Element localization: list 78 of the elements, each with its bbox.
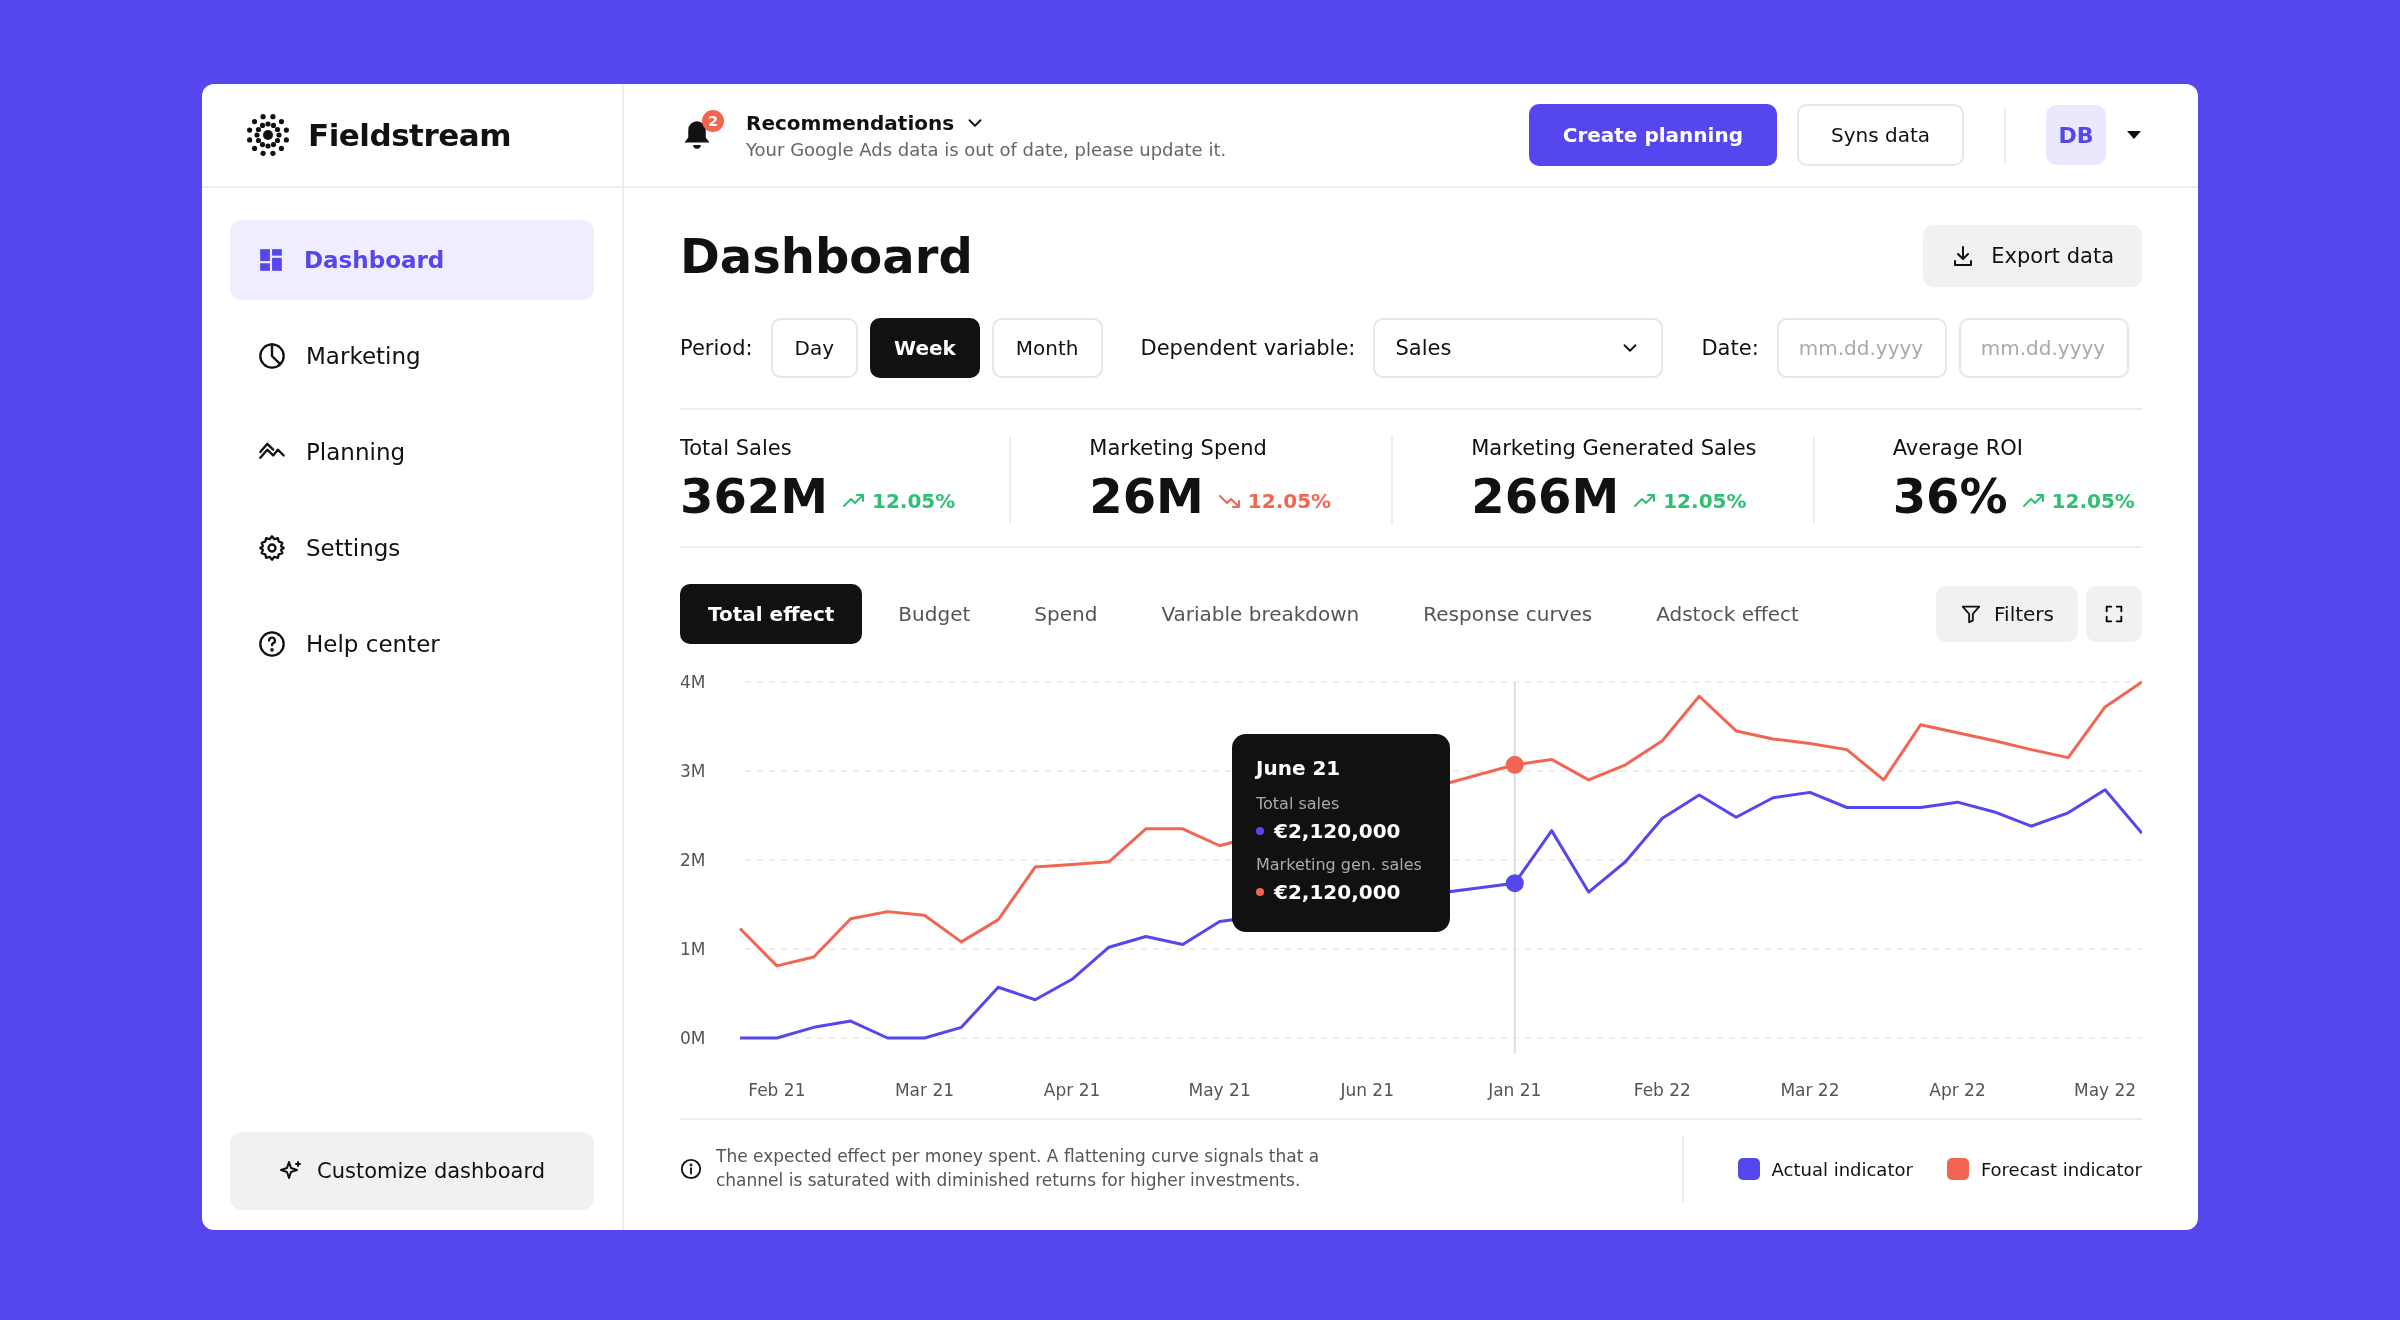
- sidebar-item[interactable]: Settings: [230, 508, 594, 588]
- caret-icon[interactable]: [2126, 130, 2142, 140]
- period-option[interactable]: Week: [870, 318, 980, 378]
- period-option[interactable]: Month: [991, 318, 1103, 378]
- legend-label: Actual indicator: [1771, 1158, 1913, 1180]
- kpi-change: 12.05%: [1663, 489, 1747, 513]
- kpi-label: Marketing Spend: [1089, 436, 1268, 460]
- logo-icon: [246, 113, 290, 157]
- axis-label: 3M: [680, 761, 706, 781]
- axis-label: Jan 21: [1488, 1080, 1542, 1100]
- sidebar-item[interactable]: Dashboard: [230, 220, 594, 300]
- tooltip-title: June 21: [1256, 756, 1342, 780]
- axis-label: Feb 21: [748, 1080, 806, 1100]
- axis-label: Apr 21: [1043, 1080, 1101, 1100]
- sidebar-item[interactable]: Help center: [230, 604, 594, 684]
- kpi-value: 36%: [1892, 468, 2008, 524]
- kpi-label: Marketing Generated Sales: [1471, 436, 1758, 460]
- period-label: Period:: [680, 336, 753, 360]
- settings-icon: [258, 534, 286, 562]
- kpi-value: 362M: [680, 468, 828, 524]
- axis-label: Feb 22: [1633, 1080, 1691, 1100]
- legend-label: Forecast indicator: [1980, 1158, 2142, 1180]
- expand-drawing: [2103, 603, 2125, 625]
- notification-message: Your Google Ads data is out of date, please update it.: [746, 138, 1228, 160]
- axis-label: 4M: [680, 672, 706, 692]
- data-point: [1505, 755, 1524, 774]
- dependent-variable-select[interactable]: Sales: [1373, 318, 1664, 378]
- chart-tab[interactable]: Variable breakdown: [1133, 584, 1388, 644]
- notification-badge: 2: [702, 110, 724, 132]
- chart-note: The expected effect per money spent. A flattening curve signals that a channel is saturated with diminished returns for higher investments.: [716, 1145, 1321, 1192]
- tooltip-label: Total sales: [1256, 794, 1341, 813]
- date-label: Date:: [1701, 336, 1759, 360]
- tooltip-value: €2,120,000: [1274, 819, 1401, 843]
- tooltip-value: €2,120,000: [1274, 880, 1401, 904]
- create-planning-button[interactable]: Create planning: [1528, 104, 1777, 166]
- grid-icon: [258, 247, 284, 273]
- chart-tab[interactable]: Response curves: [1395, 584, 1621, 644]
- axis-label: Apr 22: [1929, 1080, 1986, 1100]
- sidebar-item[interactable]: Planning: [230, 412, 594, 492]
- pie-chart-icon: [258, 342, 286, 370]
- user-avatar[interactable]: DB: [2046, 105, 2106, 165]
- export-data-button[interactable]: Export data: [1923, 225, 2142, 287]
- customize-dashboard-button[interactable]: Customize dashboard: [230, 1132, 594, 1210]
- axis-label: May 21: [1188, 1080, 1251, 1100]
- period-option[interactable]: Day: [770, 318, 859, 378]
- axis-label: 0M: [680, 1028, 706, 1048]
- recommendations-title[interactable]: Recommendations: [746, 110, 955, 135]
- axis-label: Mar 21: [894, 1080, 955, 1100]
- chart-tab[interactable]: Adstock effect: [1628, 584, 1827, 644]
- sync-data-button[interactable]: Syns data: [1796, 104, 1964, 166]
- kpi-label: Average ROI: [1892, 436, 2024, 460]
- axis-label: May 22: [2074, 1080, 2137, 1100]
- date-from-field[interactable]: mm.dd.yyyy: [1776, 318, 1947, 378]
- chart-tab[interactable]: Spend: [1006, 584, 1126, 644]
- brand-name: Fieldstream: [308, 117, 511, 153]
- chart-tab[interactable]: Budget: [870, 584, 999, 644]
- expand-icon[interactable]: [2086, 586, 2142, 642]
- dependent-variable-label: Dependent variable:: [1140, 336, 1356, 360]
- axis-label: Jun 21: [1340, 1080, 1394, 1100]
- chart-tab[interactable]: Total effect: [680, 584, 863, 644]
- info-icon: [680, 1158, 702, 1180]
- kpi-value: 266M: [1471, 468, 1620, 524]
- kpi-change: 12.05%: [871, 489, 956, 513]
- page-title: Dashboard: [680, 228, 973, 284]
- tooltip-label: Marketing gen. sales: [1256, 855, 1423, 874]
- filter-icon: [1960, 603, 1983, 625]
- kpi-change: 12.05%: [2051, 489, 2135, 513]
- kpi-change: 12.05%: [1247, 489, 1332, 513]
- axis-label: 1M: [680, 939, 706, 959]
- axis-label: 2M: [680, 850, 706, 870]
- data-point: [1505, 874, 1524, 893]
- sidebar-item[interactable]: Marketing: [230, 316, 594, 396]
- kpi-value: 26M: [1089, 468, 1204, 524]
- help-icon: [258, 630, 286, 658]
- axis-label: Mar 22: [1780, 1080, 1840, 1100]
- date-to-field[interactable]: mm.dd.yyyy: [1958, 318, 2129, 378]
- kpi-label: Total Sales: [680, 436, 793, 460]
- filters-button[interactable]: Filters: [1936, 586, 2078, 642]
